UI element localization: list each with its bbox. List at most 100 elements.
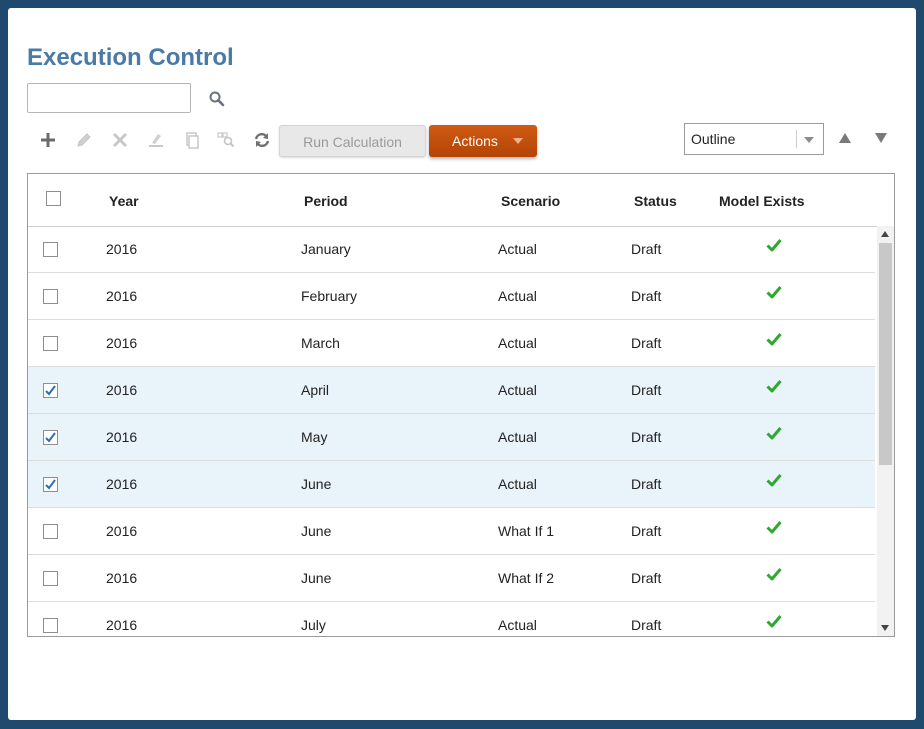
refresh-icon[interactable] [252,130,272,150]
cell-period: March [301,335,340,351]
row-checkbox[interactable] [43,383,58,398]
cell-scenario: Actual [498,476,537,492]
table-row[interactable]: 2016 July Actual Draft [28,602,875,636]
cell-year: 2016 [106,382,138,398]
move-up-icon[interactable] [837,131,853,145]
cell-status: Draft [631,523,662,539]
column-header-scenario[interactable]: Scenario [501,193,560,209]
row-checkbox[interactable] [43,571,58,586]
search-icon[interactable] [208,90,226,108]
row-checkbox[interactable] [43,524,58,539]
cell-status: Draft [631,570,662,586]
checkmark-icon [45,479,56,490]
filter-icon[interactable] [216,130,236,150]
cell-period: June [301,523,332,539]
cell-status: Draft [631,382,662,398]
cell-status: Draft [631,241,662,257]
actions-button[interactable]: Actions [429,125,537,157]
copy-icon[interactable] [182,130,202,150]
grid-rows: 2016 January Actual Draft 2016 February Actual… [28,226,875,636]
cell-scenario: Actual [498,241,537,257]
column-header-status[interactable]: Status [634,193,677,209]
view-select-value: Outline [691,131,736,147]
vertical-scrollbar[interactable] [877,226,894,636]
chevron-down-icon [513,138,523,144]
scroll-down-icon[interactable] [881,625,889,631]
row-checkbox[interactable] [43,242,58,257]
execution-control-panel: Execution Control Run Calculation Action… [8,8,916,720]
table-row[interactable]: 2016 June Actual Draft [28,461,875,508]
scroll-thumb[interactable] [879,243,892,465]
page-title: Execution Control [27,44,234,71]
cell-year: 2016 [106,429,138,445]
clear-icon[interactable] [146,130,166,150]
edit-icon[interactable] [74,130,94,150]
cell-year: 2016 [106,335,138,351]
table-row[interactable]: 2016 April Actual Draft [28,367,875,414]
select-divider [796,130,797,148]
column-header-year[interactable]: Year [109,193,139,209]
model-exists-check-icon [766,333,782,346]
row-checkbox[interactable] [43,336,58,351]
cell-year: 2016 [106,617,138,633]
delete-icon[interactable] [110,130,130,150]
model-exists-check-icon [766,427,782,440]
chevron-down-icon [804,137,814,143]
cell-scenario: Actual [498,429,537,445]
cell-status: Draft [631,617,662,633]
move-down-icon[interactable] [873,131,889,145]
cell-status: Draft [631,288,662,304]
row-checkbox[interactable] [43,477,58,492]
table-row[interactable]: 2016 February Actual Draft [28,273,875,320]
cell-year: 2016 [106,476,138,492]
cell-period: April [301,382,330,398]
select-all-checkbox[interactable] [46,191,61,206]
row-checkbox[interactable] [43,618,58,633]
cell-status: Draft [631,335,662,351]
execution-grid: Year Period Scenario Status Model Exists… [27,173,895,637]
cell-scenario: Actual [498,335,537,351]
actions-label: Actions [452,133,498,149]
view-select[interactable]: Outline [684,123,824,155]
checkmark-icon [45,432,56,443]
checkmark-icon [45,385,56,396]
cell-scenario: Actual [498,382,537,398]
column-header-model-exists[interactable]: Model Exists [719,193,805,209]
table-row[interactable]: 2016 June What If 2 Draft [28,555,875,602]
cell-status: Draft [631,476,662,492]
search-input[interactable] [27,83,191,113]
cell-period: February [301,288,358,304]
table-row[interactable]: 2016 June What If 1 Draft [28,508,875,555]
cell-year: 2016 [106,241,138,257]
model-exists-check-icon [766,474,782,487]
cell-period: June [301,476,332,492]
cell-period: June [301,570,332,586]
table-row[interactable]: 2016 March Actual Draft [28,320,875,367]
row-checkbox[interactable] [43,289,58,304]
cell-scenario: What If 2 [498,570,555,586]
run-calculation-button[interactable]: Run Calculation [279,125,426,157]
model-exists-check-icon [766,380,782,393]
model-exists-check-icon [766,568,782,581]
cell-scenario: Actual [498,617,537,633]
model-exists-check-icon [766,286,782,299]
cell-period: July [301,617,326,633]
cell-scenario: What If 1 [498,523,555,539]
model-exists-check-icon [766,615,782,628]
add-icon[interactable] [38,130,58,150]
row-checkbox[interactable] [43,430,58,445]
grid-header: Year Period Scenario Status Model Exists [28,174,894,227]
model-exists-check-icon [766,521,782,534]
table-row[interactable]: 2016 May Actual Draft [28,414,875,461]
cell-year: 2016 [106,570,138,586]
cell-period: January [301,241,351,257]
cell-year: 2016 [106,288,138,304]
cell-year: 2016 [106,523,138,539]
scroll-up-icon[interactable] [881,231,889,237]
cell-period: May [301,429,328,445]
column-header-period[interactable]: Period [304,193,348,209]
model-exists-check-icon [766,239,782,252]
cell-status: Draft [631,429,662,445]
cell-scenario: Actual [498,288,537,304]
table-row[interactable]: 2016 January Actual Draft [28,226,875,273]
